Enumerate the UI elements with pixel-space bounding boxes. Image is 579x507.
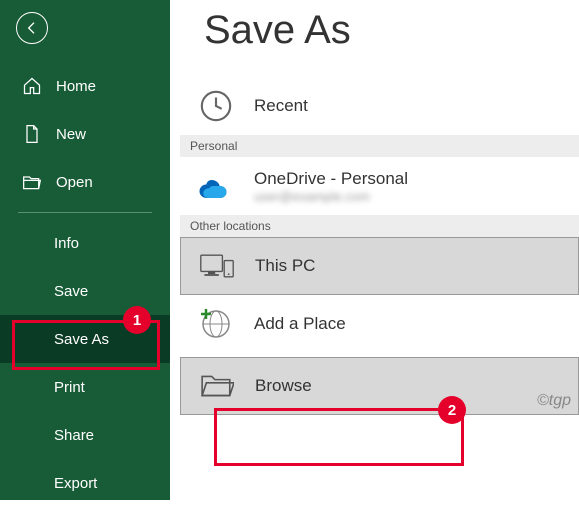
nav-save-as-label: Save As — [54, 331, 109, 348]
location-browse[interactable]: Browse — [180, 357, 579, 415]
nav-home[interactable]: Home — [0, 62, 170, 110]
back-arrow-icon — [24, 20, 40, 36]
location-recent[interactable]: Recent — [180, 77, 579, 135]
onedrive-icon — [196, 166, 236, 206]
main-panel: Save As Recent Personal OneDrive - Perso… — [170, 0, 579, 500]
nav-new-label: New — [56, 126, 86, 143]
new-file-icon — [22, 124, 42, 144]
clock-icon — [196, 86, 236, 126]
backstage-sidebar: Home New Open Info Save Save As Print Sh… — [0, 0, 170, 500]
annotation-badge-2: 2 — [438, 396, 466, 424]
nav-primary: Home New Open — [0, 62, 170, 206]
location-browse-label: Browse — [255, 376, 312, 396]
nav-open-label: Open — [56, 174, 93, 191]
location-onedrive-text: OneDrive - Personal user@example.com — [254, 169, 408, 204]
home-icon — [22, 76, 42, 96]
add-place-icon — [196, 304, 236, 344]
location-this-pc[interactable]: This PC — [180, 237, 579, 295]
browse-folder-icon — [197, 366, 237, 406]
location-onedrive-label: OneDrive - Personal — [254, 169, 408, 189]
nav-divider — [18, 212, 152, 213]
open-folder-icon — [22, 172, 42, 192]
location-recent-label: Recent — [254, 96, 308, 116]
nav-secondary: Info Save Save As Print Share Export — [0, 219, 170, 507]
nav-open[interactable]: Open — [0, 158, 170, 206]
nav-new[interactable]: New — [0, 110, 170, 158]
location-add-place[interactable]: Add a Place — [180, 295, 579, 353]
location-this-pc-label: This PC — [255, 256, 315, 276]
back-button[interactable] — [16, 12, 48, 44]
nav-share-label: Share — [54, 427, 94, 444]
nav-share[interactable]: Share — [0, 411, 170, 459]
this-pc-icon — [197, 246, 237, 286]
page-title: Save As — [204, 8, 579, 53]
location-onedrive[interactable]: OneDrive - Personal user@example.com — [180, 157, 579, 215]
location-onedrive-email: user@example.com — [254, 189, 408, 204]
location-add-place-label: Add a Place — [254, 314, 346, 334]
annotation-badge-1: 1 — [123, 306, 151, 334]
nav-print-label: Print — [54, 379, 85, 396]
nav-info-label: Info — [54, 235, 79, 252]
section-other: Other locations — [180, 215, 579, 237]
nav-info[interactable]: Info — [0, 219, 170, 267]
nav-save-label: Save — [54, 283, 88, 300]
nav-home-label: Home — [56, 78, 96, 95]
nav-print[interactable]: Print — [0, 363, 170, 411]
section-personal: Personal — [180, 135, 579, 157]
nav-export-label: Export — [54, 475, 97, 492]
